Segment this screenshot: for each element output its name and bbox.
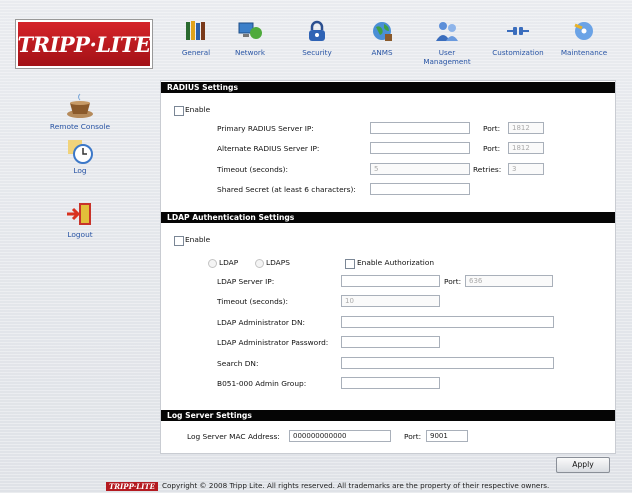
search-dn-input[interactable] (341, 357, 554, 369)
ldap-admin-password-input[interactable] (341, 336, 440, 348)
log-server-port-input[interactable]: 9001 (426, 430, 468, 442)
side-log[interactable]: Log (40, 136, 120, 175)
nav-network[interactable]: Network (218, 18, 282, 74)
ldap-server-ip-label: LDAP Server IP: (217, 277, 275, 286)
nav-security-label: Security (302, 48, 332, 57)
ldaps-radio[interactable] (255, 259, 264, 268)
primary-radius-port-input[interactable]: 1812 (508, 122, 544, 134)
radius-retries-input[interactable]: 3 (508, 163, 544, 175)
alternate-radius-ip-input[interactable] (370, 142, 470, 154)
ldap-section-header: LDAP Authentication Settings (161, 212, 615, 223)
enable-authorization-label: Enable Authorization (357, 258, 435, 267)
globe-icon (369, 18, 395, 44)
ldap-enable-checkbox[interactable] (174, 236, 184, 246)
radius-retries-label: Retries: (473, 165, 502, 174)
admin-group-label: B051-000 Admin Group: (217, 379, 307, 388)
footer: TRIPP·LITE Copyright © 2008 Tripp Lite. A… (106, 481, 549, 491)
radius-timeout-label: Timeout (seconds): (217, 165, 289, 174)
apply-button[interactable]: Apply (556, 457, 610, 473)
radius-enable-checkbox[interactable] (174, 106, 184, 116)
nav-maintenance-label: Maintenance (560, 48, 608, 57)
admin-group-input[interactable] (341, 377, 440, 389)
ldap-server-ip-input[interactable] (341, 275, 440, 287)
nav-customization-label: Customization (492, 48, 544, 57)
exit-door-icon (64, 200, 96, 228)
ldap-port-input[interactable]: 636 (465, 275, 553, 287)
ldap-port-label: Port: (444, 277, 462, 286)
disc-icon (571, 18, 597, 44)
nav-customization[interactable]: Customization (486, 18, 550, 74)
nav-anms[interactable]: ANMS (350, 18, 414, 74)
nav-security[interactable]: Security (285, 18, 349, 74)
settings-panel: RADIUS Settings Enable Primary RADIUS Se… (160, 80, 616, 454)
primary-radius-port-label: Port: (483, 124, 501, 133)
alternate-radius-ip-label: Alternate RADIUS Server IP: (217, 144, 320, 153)
nav-maintenance[interactable]: Maintenance (552, 18, 616, 74)
side-remote-console-label: Remote Console (49, 122, 111, 131)
side-remote-console[interactable]: Remote Console (40, 92, 120, 131)
ldap-radio[interactable] (208, 259, 217, 268)
ldaps-radio-label: LDAPS (266, 258, 290, 267)
tripp-lite-logo: TRIPP·LITE (16, 20, 152, 68)
ldap-radio-label: LDAP (219, 258, 239, 267)
log-server-section-header: Log Server Settings (161, 410, 615, 421)
ldap-admin-password-label: LDAP Administrator Password: (217, 338, 329, 347)
shared-secret-label: Shared Secret (at least 6 characters): (217, 185, 356, 194)
primary-radius-ip-label: Primary RADIUS Server IP: (217, 124, 314, 133)
radius-section-header: RADIUS Settings (161, 82, 615, 93)
radius-enable-label: Enable (185, 105, 211, 114)
primary-radius-ip-input[interactable] (370, 122, 470, 134)
network-icon (237, 18, 263, 44)
coffee-cup-icon (64, 92, 96, 120)
footer-copyright: Copyright © 2008 Tripp Lite. All rights … (162, 481, 550, 490)
ldap-admin-dn-label: LDAP Administrator DN: (217, 318, 305, 327)
log-server-mac-label: Log Server MAC Address: (187, 432, 280, 441)
footer-logo: TRIPP·LITE (106, 481, 159, 491)
alternate-radius-port-label: Port: (483, 144, 501, 153)
ldap-admin-dn-input[interactable] (341, 316, 554, 328)
alternate-radius-port-input[interactable]: 1812 (508, 142, 544, 154)
plug-icon (505, 18, 531, 44)
ldap-timeout-input[interactable]: 10 (341, 295, 440, 307)
shared-secret-input[interactable] (370, 183, 470, 195)
nav-network-label: Network (234, 48, 265, 57)
log-server-port-label: Port: (404, 432, 422, 441)
side-logout[interactable]: Logout (40, 200, 120, 239)
radius-timeout-input[interactable]: 5 (370, 163, 470, 175)
nav-anms-label: ANMS (371, 48, 393, 57)
lock-icon (304, 18, 330, 44)
search-dn-label: Search DN: (217, 359, 259, 368)
ldap-enable-label: Enable (185, 235, 211, 244)
users-icon (434, 18, 460, 44)
ldap-timeout-label: Timeout (seconds): (217, 297, 289, 306)
clock-icon (64, 136, 96, 164)
side-log-label: Log (73, 166, 87, 175)
nav-user-management-label: User Management (423, 48, 471, 66)
books-icon (183, 18, 209, 44)
enable-authorization-checkbox[interactable] (345, 259, 355, 269)
nav-user-management[interactable]: User Management (415, 18, 479, 74)
log-server-mac-input[interactable]: 000000000000 (289, 430, 391, 442)
side-logout-label: Logout (67, 230, 93, 239)
